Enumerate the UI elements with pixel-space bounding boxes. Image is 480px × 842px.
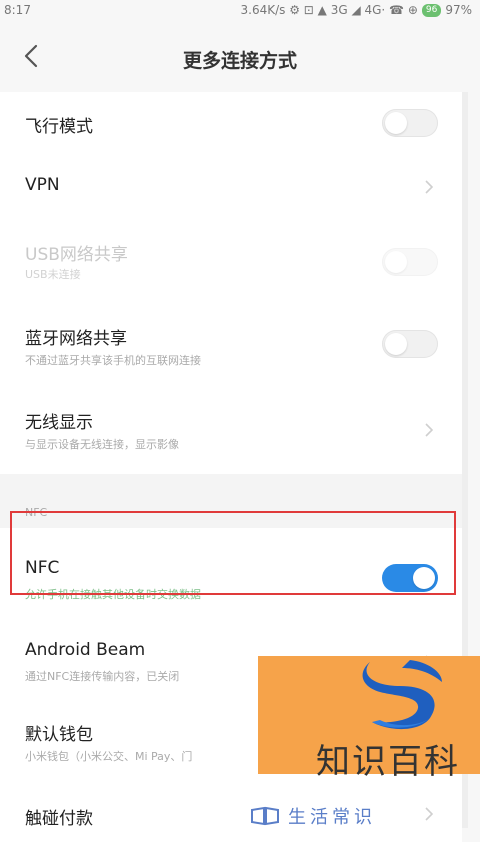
section-header-nfc: NFC [0, 488, 462, 528]
bottom-watermark-text: 生活常识 [288, 807, 376, 828]
chevron-right-icon [425, 423, 434, 437]
title-bar: 更多连接方式 [0, 22, 480, 92]
vpn-label: VPN [25, 175, 60, 195]
row-tap-and-pay[interactable]: 触碰付款 [0, 782, 462, 842]
page-title: 更多连接方式 [182, 50, 297, 72]
section-divider [0, 474, 462, 488]
row-bluetooth-tethering[interactable]: 蓝牙网络共享 不通过蓝牙共享该手机的互联网连接 [0, 306, 462, 390]
nfc-subtitle: 允许手机在接触其他设备时交换数据 [25, 588, 201, 601]
bottom-watermark: 生活常识 [250, 804, 376, 828]
row-vpn[interactable]: VPN [0, 154, 462, 220]
battery-percent: 97% [445, 3, 472, 17]
nfc-toggle[interactable] [382, 564, 438, 592]
wireless-display-subtitle: 与显示设备无线连接，显示影像 [25, 438, 179, 451]
row-usb-tethering: USB网络共享 USB未连接 [0, 220, 462, 306]
status-icons: 3.64K/s ⚙ ⊡ ▲ 3G ◢ 4G· ☎ ⊕ [240, 3, 418, 17]
bluetooth-tethering-subtitle: 不通过蓝牙共享该手机的互联网连接 [25, 354, 201, 367]
bluetooth-tethering-toggle[interactable] [382, 330, 438, 358]
airplane-mode-toggle[interactable] [382, 109, 438, 137]
row-nfc[interactable]: NFC 允许手机在接触其他设备时交换数据 [0, 528, 462, 618]
chevron-right-icon [425, 180, 434, 194]
usb-tethering-label: USB网络共享 [25, 245, 128, 265]
bluetooth-tethering-label: 蓝牙网络共享 [25, 329, 127, 349]
status-bar: 8:17 3.64K/s ⚙ ⊡ ▲ 3G ◢ 4G· ☎ ⊕ 96 97% [0, 0, 480, 22]
usb-tethering-subtitle: USB未连接 [25, 268, 81, 281]
status-indicators: 3.64K/s ⚙ ⊡ ▲ 3G ◢ 4G· ☎ ⊕ 96 97% [241, 3, 472, 17]
row-airplane-mode[interactable]: 飞行模式 [0, 92, 462, 154]
default-wallet-label: 默认钱包 [25, 725, 93, 745]
android-beam-label: Android Beam [25, 640, 146, 660]
android-beam-subtitle: 通过NFC连接传输内容，已关闭 [25, 670, 180, 683]
wireless-display-label: 无线显示 [25, 413, 93, 433]
airplane-mode-label: 飞行模式 [25, 117, 93, 137]
row-wireless-display[interactable]: 无线显示 与显示设备无线连接，显示影像 [0, 390, 462, 474]
section-title: NFC [25, 506, 48, 519]
watermark-logo-icon [362, 660, 442, 730]
usb-tethering-toggle [382, 248, 438, 276]
status-time: 8:17 [4, 3, 31, 17]
tap-and-pay-label: 触碰付款 [25, 809, 93, 829]
default-wallet-subtitle: 小米钱包（小米公交、Mi Pay、门 [25, 750, 193, 763]
battery-icon: 96 [421, 3, 442, 17]
nfc-label: NFC [25, 558, 60, 578]
watermark-overlay: 知识百科 [258, 656, 480, 782]
book-icon [251, 806, 279, 826]
watermark-text: 知识百科 [316, 742, 460, 782]
chevron-right-icon [425, 807, 434, 821]
